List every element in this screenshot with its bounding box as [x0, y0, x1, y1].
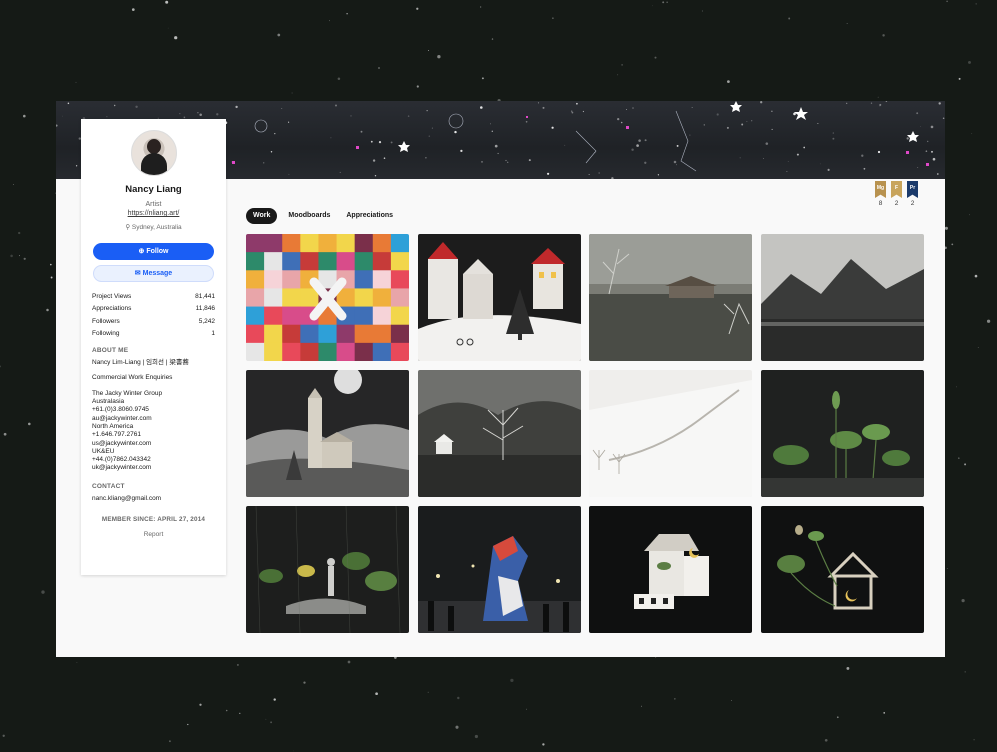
- stat-value: 5,242: [198, 317, 215, 325]
- agency-line: +44.(0)7862.043342: [92, 456, 151, 464]
- agency-line: au@jackywinter.com: [92, 414, 152, 422]
- profile-card: Nancy Liang Artist https://nliang.art/ ⚲…: [81, 119, 226, 575]
- badge-count: 2: [894, 200, 899, 207]
- project-tile[interactable]: [761, 370, 924, 497]
- badge[interactable]: F 2: [891, 181, 902, 207]
- paper-wolf-festival-artwork-icon: [418, 506, 581, 633]
- about-name: Nancy Lim-Liang | 임희선 | 梁書蕎: [92, 359, 189, 367]
- profile-tabs: Work Moodboards Appreciations: [246, 208, 398, 224]
- tab-appreciations[interactable]: Appreciations: [341, 208, 398, 224]
- colorful-squares-artwork-icon: [246, 234, 409, 361]
- about-title: ABOUT ME: [92, 347, 129, 355]
- plus-icon: ⊕: [138, 248, 145, 255]
- stat-row[interactable]: Followers 5,242: [92, 316, 215, 328]
- badge-flag: F: [891, 181, 902, 198]
- agency-line: North America: [92, 422, 134, 430]
- agency-line: +61.(0)3.8060.9745: [92, 406, 149, 414]
- badge-count: 8: [878, 200, 883, 207]
- profile-role: Artist: [145, 201, 162, 208]
- profile-name[interactable]: Nancy Liang: [81, 184, 226, 195]
- badge-count: 2: [910, 200, 915, 207]
- stat-row[interactable]: Following 1: [92, 328, 215, 340]
- location-pin-icon: ⚲: [125, 224, 131, 231]
- project-tile[interactable]: [589, 506, 752, 633]
- stat-value: 11,846: [195, 305, 215, 313]
- mail-icon: ✉: [134, 270, 141, 277]
- follow-label: Follow: [146, 248, 169, 255]
- member-since: MEMBER SINCE: APRIL 27, 2014: [101, 516, 206, 524]
- stat-row: Appreciations 11,846: [92, 303, 215, 315]
- lotus-leaves-artwork-icon: [761, 370, 924, 497]
- project-grid: [246, 234, 924, 633]
- moon-house-artwork-icon: [589, 506, 752, 633]
- agency-line: Australasia: [92, 398, 125, 406]
- project-tile[interactable]: [246, 506, 409, 633]
- badge[interactable]: Mg 8: [875, 181, 886, 207]
- about-enquiries: Commercial Work Enquiries: [92, 374, 173, 382]
- agency-line: us@jackywinter.com: [92, 439, 152, 447]
- stat-value: 1: [211, 329, 215, 337]
- profile-website-link[interactable]: https://nliang.art/: [81, 210, 226, 217]
- moon-tower-artwork-icon: [246, 370, 409, 497]
- about-section: ABOUT ME Nancy Lim-Liang | 임희선 | 梁書蕎 Com…: [92, 347, 215, 503]
- badge-flag: Pr: [907, 181, 918, 198]
- message-button[interactable]: ✉ Message: [93, 265, 214, 282]
- lotus-house-artwork-icon: [761, 506, 924, 633]
- project-tile[interactable]: [589, 234, 752, 361]
- project-tile[interactable]: [418, 370, 581, 497]
- location-text: Sydney, Australia: [131, 224, 182, 231]
- project-tile[interactable]: [761, 234, 924, 361]
- message-label: Message: [142, 270, 173, 277]
- misty-lake-pavilion-artwork-icon: [589, 234, 752, 361]
- agency-line: uk@jackywinter.com: [92, 464, 152, 472]
- agency-line: UK&EU: [92, 447, 115, 455]
- tab-moodboards[interactable]: Moodboards: [283, 208, 335, 224]
- stat-label: Followers: [92, 317, 120, 325]
- project-tile[interactable]: [418, 506, 581, 633]
- tab-work[interactable]: Work: [246, 208, 278, 224]
- stat-row: Project Views 81,441: [92, 291, 215, 303]
- paper-village-artwork-icon: [418, 234, 581, 361]
- project-tile[interactable]: [246, 370, 409, 497]
- follow-button[interactable]: ⊕ Follow: [93, 243, 214, 260]
- report-link[interactable]: Report: [81, 531, 226, 538]
- badges: Mg 8 F 2 Pr 2: [875, 181, 918, 207]
- dark-mountains-artwork-icon: [761, 234, 924, 361]
- agency-line: The Jacky Winter Group: [92, 389, 163, 397]
- project-tile[interactable]: [761, 506, 924, 633]
- rain-lotus-figures-artwork-icon: [246, 506, 409, 633]
- contact-email[interactable]: nanc.kliang@gmail.com: [92, 495, 215, 503]
- badge[interactable]: Pr 2: [907, 181, 918, 207]
- stat-label: Appreciations: [92, 305, 132, 313]
- project-tile[interactable]: [418, 234, 581, 361]
- contact-title: CONTACT: [92, 482, 125, 490]
- project-tile[interactable]: [246, 234, 409, 361]
- avatar[interactable]: [130, 130, 177, 176]
- project-tile[interactable]: [589, 370, 752, 497]
- snowy-hill-path-artwork-icon: [589, 370, 752, 497]
- stat-label: Following: [92, 329, 120, 337]
- stat-value: 81,441: [195, 293, 215, 300]
- stat-label: Project Views: [92, 293, 132, 300]
- agency-line: +1.646.797.2761: [92, 431, 141, 439]
- badge-flag: Mg: [875, 181, 886, 198]
- profile-stats: Project Views 81,441 Appreciations 11,846 …: [92, 291, 215, 340]
- foggy-forest-house-artwork-icon: [418, 370, 581, 497]
- profile-location: ⚲ Sydney, Australia: [81, 223, 226, 231]
